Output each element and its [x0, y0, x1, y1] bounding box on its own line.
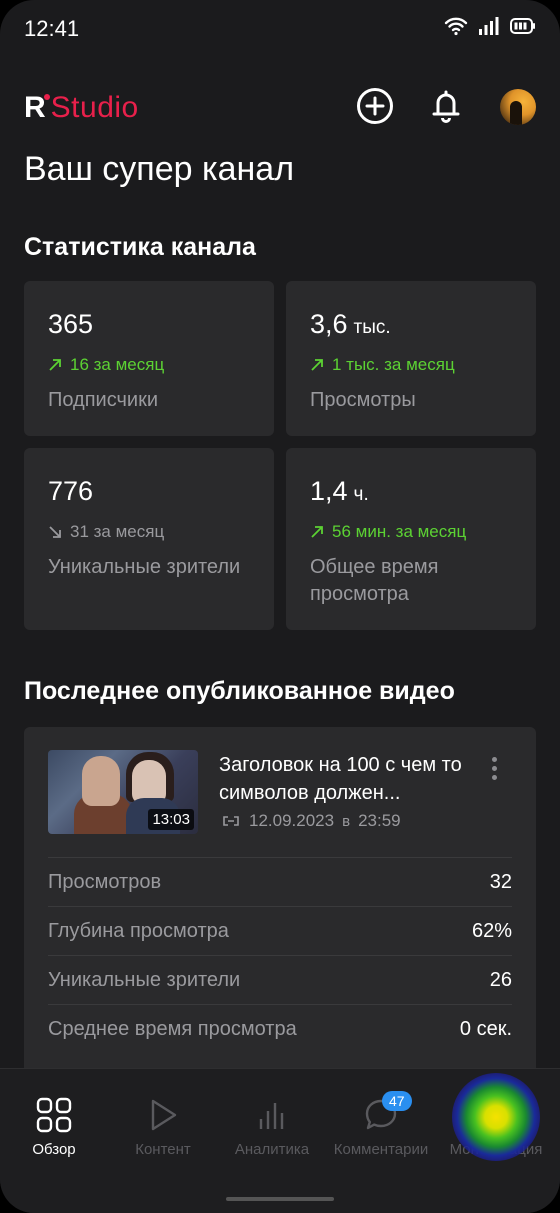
avatar[interactable]	[500, 89, 536, 125]
arrow-up-right-icon	[311, 359, 323, 371]
publish-time: 23:59	[358, 811, 401, 830]
rstudio-logo[interactable]: R Studio	[24, 90, 139, 126]
stat-card-views[interactable]: 3,6 тыс. 1 тыс. за месяц Просмотры	[286, 281, 536, 436]
thumbnail-figure	[82, 756, 120, 806]
logo-dot	[43, 94, 50, 100]
status-bar: 12:41	[0, 0, 560, 60]
nav-label: Комментарии	[333, 1141, 429, 1158]
bell-icon	[431, 89, 461, 128]
stat-label: Просмотры	[310, 389, 416, 411]
stat-value: 776	[48, 476, 94, 506]
nav-label: Контент	[135, 1141, 191, 1158]
dot	[491, 774, 497, 780]
metric-row-views: Просмотров 32	[48, 857, 512, 906]
latest-video-card: 13:03 Заголовок на 100 с чем то символов…	[24, 727, 536, 1087]
nav-item-content[interactable]: Контент	[107, 1069, 219, 1169]
touch-indicator	[452, 1073, 540, 1161]
signal-icon	[478, 16, 500, 41]
play-icon	[148, 1097, 178, 1133]
metric-row-avg-time: Среднее время просмотра 0 сек.	[48, 1004, 512, 1053]
video-publish-date: 12.09.2023 в 23:59	[221, 811, 401, 831]
stat-delta: 1 тыс. за месяц	[310, 355, 455, 375]
stat-value: 1,4 ч.	[310, 476, 369, 506]
arrow-up-right-icon	[49, 359, 61, 371]
stat-card-watch-time[interactable]: 1,4 ч. 56 мин. за месяц Общее время просм…	[286, 448, 536, 630]
battery-icon	[510, 17, 536, 40]
metric-row-unique: Уникальные зрители 26	[48, 955, 512, 1004]
home-indicator[interactable]	[226, 1197, 334, 1201]
page-title: Ваш супер канал	[24, 150, 295, 188]
chat-icon: 47	[364, 1091, 412, 1133]
stat-card-subscribers[interactable]: 365 16 за месяц Подписчики	[24, 281, 274, 436]
stats-section-title: Статистика канала	[24, 233, 256, 261]
latest-video-section-title: Последнее опубликованное видео	[24, 677, 455, 705]
video-thumbnail[interactable]: 13:03	[48, 750, 198, 834]
nav-label: Аналитика	[234, 1141, 310, 1158]
link-icon	[223, 816, 239, 826]
wifi-icon	[444, 16, 468, 41]
stat-delta: 31 за месяц	[48, 522, 164, 542]
stat-label: Уникальные зрители	[48, 556, 241, 578]
bar-chart-icon	[257, 1097, 287, 1133]
app-header: R Studio	[0, 80, 560, 136]
metric-label: Среднее время просмотра	[48, 1018, 297, 1040]
metric-value: 0 сек.	[459, 1018, 512, 1040]
nav-item-overview[interactable]: Обзор	[0, 1069, 110, 1169]
stat-delta: 56 мин. за месяц	[310, 522, 466, 542]
stat-card-unique-viewers[interactable]: 776 31 за месяц Уникальные зрители	[24, 448, 274, 630]
metric-value: 26	[489, 969, 512, 991]
status-time: 12:41	[24, 16, 80, 41]
grid-icon	[36, 1097, 72, 1133]
dot	[491, 765, 497, 771]
arrow-up-right-icon	[311, 526, 323, 538]
stat-label: Общее время просмотра	[310, 556, 439, 605]
metric-value: 32	[489, 871, 512, 893]
logo-text: Studio	[50, 91, 139, 124]
nav-item-comments[interactable]: 47 Комментарии	[325, 1069, 437, 1169]
plus-circle-icon	[356, 87, 394, 130]
more-options-button[interactable]	[484, 753, 504, 783]
metric-label: Глубина просмотра	[48, 920, 229, 942]
nav-label: Обзор	[32, 1141, 76, 1158]
video-title[interactable]: Заголовок на 100 с чем то символов долже…	[219, 751, 464, 807]
stat-label: Подписчики	[48, 389, 159, 411]
publish-date: 12.09.2023	[249, 811, 335, 830]
metric-row-depth: Глубина просмотра 62%	[48, 906, 512, 955]
logo-r: R	[24, 91, 50, 125]
dot	[491, 756, 497, 762]
stat-delta: 16 за месяц	[48, 355, 164, 375]
status-icons	[444, 16, 536, 41]
metric-label: Уникальные зрители	[48, 969, 241, 991]
add-video-button[interactable]	[355, 87, 395, 130]
avatar-figure	[510, 101, 522, 125]
stat-value: 365	[48, 309, 94, 339]
stat-value: 3,6 тыс.	[310, 309, 391, 339]
publish-at: в	[342, 812, 351, 830]
notifications-button[interactable]	[426, 88, 466, 128]
metric-value: 62%	[471, 920, 512, 942]
nav-item-analytics[interactable]: Аналитика	[216, 1069, 328, 1169]
video-duration: 13:03	[148, 809, 194, 830]
metric-label: Просмотров	[48, 871, 162, 893]
phone-screen: 12:41 R Studio Ваш супер канал Статистик…	[0, 0, 560, 1213]
comments-badge: 47	[382, 1091, 412, 1111]
arrow-down-right-icon	[49, 526, 61, 538]
